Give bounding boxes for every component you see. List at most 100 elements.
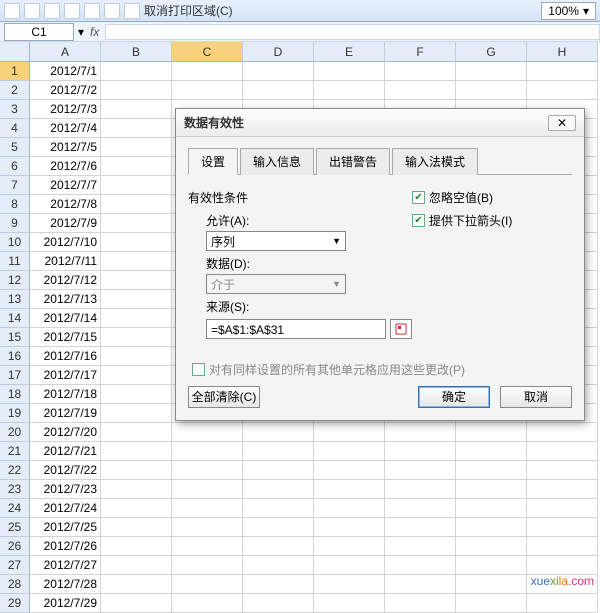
cell[interactable]: 2012/7/14 — [30, 309, 101, 328]
row-header[interactable]: 1 — [0, 62, 30, 81]
cell[interactable] — [101, 328, 172, 347]
cell[interactable] — [101, 518, 172, 537]
fx-icon[interactable]: fx — [90, 25, 99, 39]
print-area-label[interactable]: 取消打印区域(C) — [144, 2, 233, 19]
cell[interactable]: 2012/7/6 — [30, 157, 101, 176]
column-header[interactable]: G — [456, 42, 527, 62]
cell[interactable]: 2012/7/12 — [30, 271, 101, 290]
cell[interactable] — [527, 480, 598, 499]
row-header[interactable]: 20 — [0, 423, 30, 442]
cell[interactable] — [456, 62, 527, 81]
toolbar-icon[interactable] — [64, 3, 80, 19]
toolbar-icon[interactable] — [44, 3, 60, 19]
cell[interactable] — [314, 423, 385, 442]
row-header[interactable]: 9 — [0, 214, 30, 233]
cell[interactable] — [385, 594, 456, 613]
cell[interactable] — [385, 461, 456, 480]
cell[interactable] — [314, 499, 385, 518]
cell[interactable] — [243, 537, 314, 556]
cell[interactable] — [101, 385, 172, 404]
cell[interactable] — [456, 518, 527, 537]
toolbar-icon[interactable] — [104, 3, 120, 19]
cell[interactable] — [385, 480, 456, 499]
column-header[interactable]: H — [527, 42, 598, 62]
cell[interactable] — [243, 461, 314, 480]
row-header[interactable]: 22 — [0, 461, 30, 480]
cell[interactable] — [314, 556, 385, 575]
cell[interactable]: 2012/7/13 — [30, 290, 101, 309]
cell[interactable] — [101, 138, 172, 157]
column-header[interactable]: E — [314, 42, 385, 62]
cell[interactable]: 2012/7/10 — [30, 233, 101, 252]
cell[interactable]: 2012/7/19 — [30, 404, 101, 423]
cell[interactable] — [101, 157, 172, 176]
cell[interactable] — [172, 518, 243, 537]
column-header[interactable]: A — [30, 42, 101, 62]
cell[interactable]: 2012/7/29 — [30, 594, 101, 613]
cell[interactable] — [527, 518, 598, 537]
cell[interactable] — [101, 556, 172, 575]
cell[interactable] — [101, 461, 172, 480]
cell[interactable]: 2012/7/21 — [30, 442, 101, 461]
cell[interactable] — [314, 537, 385, 556]
cell[interactable]: 2012/7/2 — [30, 81, 101, 100]
row-header[interactable]: 23 — [0, 480, 30, 499]
cell[interactable] — [172, 480, 243, 499]
cell[interactable] — [314, 62, 385, 81]
toolbar-icon[interactable] — [24, 3, 40, 19]
cell[interactable] — [101, 290, 172, 309]
cell[interactable] — [243, 62, 314, 81]
cell[interactable] — [101, 176, 172, 195]
ok-button[interactable]: 确定 — [418, 386, 490, 408]
cell[interactable]: 2012/7/8 — [30, 195, 101, 214]
cell[interactable] — [101, 309, 172, 328]
tab-input-message[interactable]: 输入信息 — [240, 148, 314, 175]
allow-combo[interactable]: 序列 ▼ — [206, 231, 346, 251]
column-header[interactable]: D — [243, 42, 314, 62]
row-header[interactable]: 2 — [0, 81, 30, 100]
cell[interactable] — [243, 594, 314, 613]
cell[interactable] — [385, 499, 456, 518]
row-header[interactable]: 26 — [0, 537, 30, 556]
cell[interactable] — [314, 518, 385, 537]
cell[interactable] — [243, 480, 314, 499]
cell[interactable] — [385, 575, 456, 594]
cell[interactable] — [172, 423, 243, 442]
row-header[interactable]: 16 — [0, 347, 30, 366]
cell[interactable] — [456, 81, 527, 100]
row-header[interactable]: 4 — [0, 119, 30, 138]
cell[interactable] — [172, 442, 243, 461]
cell[interactable]: 2012/7/15 — [30, 328, 101, 347]
cell[interactable]: 2012/7/7 — [30, 176, 101, 195]
cell[interactable]: 2012/7/23 — [30, 480, 101, 499]
cell[interactable] — [172, 537, 243, 556]
chevron-down-icon[interactable]: ▾ — [78, 25, 84, 39]
dialog-titlebar[interactable]: 数据有效性 ✕ — [176, 109, 584, 137]
cell[interactable] — [101, 366, 172, 385]
column-header[interactable]: B — [101, 42, 172, 62]
cell[interactable] — [385, 518, 456, 537]
cell[interactable]: 2012/7/18 — [30, 385, 101, 404]
close-button[interactable]: ✕ — [548, 115, 576, 131]
cell[interactable] — [101, 81, 172, 100]
cell[interactable]: 2012/7/28 — [30, 575, 101, 594]
cell[interactable] — [314, 81, 385, 100]
row-header[interactable]: 14 — [0, 309, 30, 328]
cell[interactable] — [527, 81, 598, 100]
row-header[interactable]: 6 — [0, 157, 30, 176]
row-header[interactable]: 7 — [0, 176, 30, 195]
row-header[interactable]: 29 — [0, 594, 30, 613]
cell[interactable] — [456, 423, 527, 442]
cell[interactable] — [456, 461, 527, 480]
name-box[interactable]: C1 — [4, 23, 74, 41]
cell[interactable]: 2012/7/27 — [30, 556, 101, 575]
cell[interactable]: 2012/7/4 — [30, 119, 101, 138]
cell[interactable] — [101, 195, 172, 214]
cell[interactable] — [243, 556, 314, 575]
cell[interactable] — [527, 423, 598, 442]
cell[interactable] — [314, 461, 385, 480]
cell[interactable]: 2012/7/11 — [30, 252, 101, 271]
cell[interactable] — [101, 537, 172, 556]
cell[interactable] — [101, 233, 172, 252]
cell[interactable] — [101, 404, 172, 423]
